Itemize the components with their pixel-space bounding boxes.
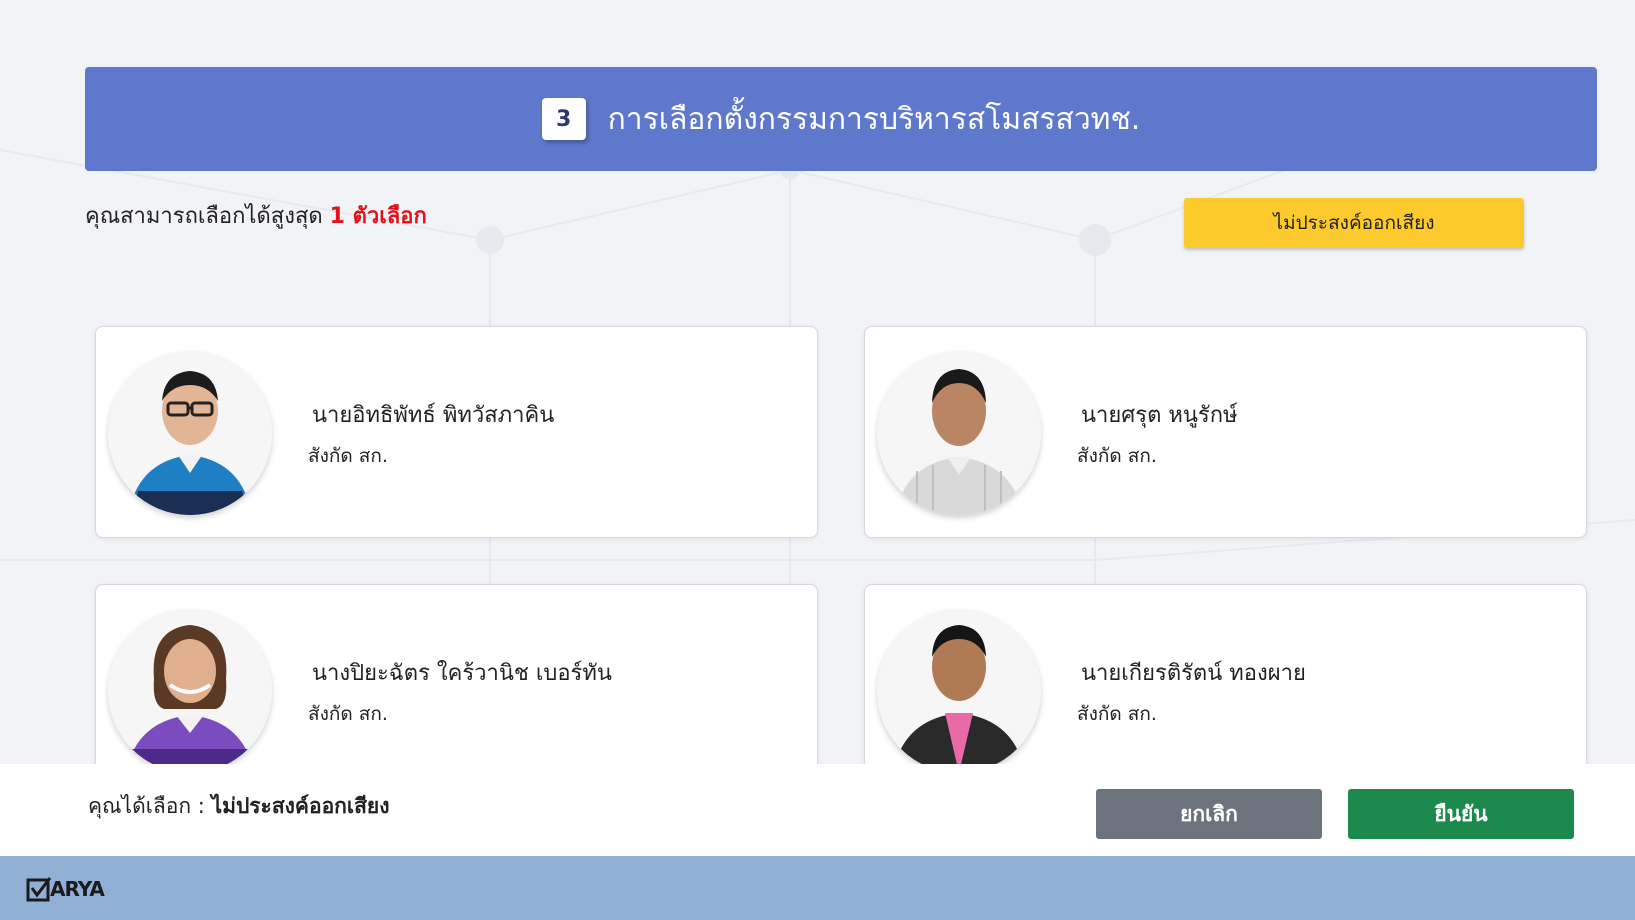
candidate-name: นางปิยะฉัตร ใคร้วานิช เบอร์ทัน (312, 661, 612, 686)
confirm-button[interactable]: ยืนยัน (1348, 789, 1574, 839)
cancel-button[interactable]: ยกเลิก (1096, 789, 1322, 839)
selection-summary-bar: คุณได้เลือก : ไม่ประสงค์ออกเสียง ยกเลิก … (0, 764, 1635, 856)
candidate-name: นายศรุต หนูรักษ์ (1081, 403, 1238, 428)
selection-limit-text: คุณสามารถเลือกได้สูงสุด 1 ตัวเลือก (85, 198, 427, 233)
check-box-icon (26, 877, 52, 902)
candidate-affiliation: สังกัด สก. (308, 703, 388, 725)
ballot-title: การเลือกตั้งกรรมการบริหารสโมสรสวทช. (607, 101, 1141, 137)
step-number-badge: 3 (541, 98, 586, 140)
abstain-button[interactable]: ไม่ประสงค์ออกเสียง (1184, 198, 1524, 248)
logo-text: ARYA (50, 877, 105, 901)
candidate-name: นายอิทธิพัทธ์ พิทวัสภาคิน (312, 403, 555, 428)
selected-choice-prefix: คุณได้เลือก : (88, 794, 205, 818)
candidate-photo (877, 609, 1041, 773)
candidate-card[interactable]: นายศรุต หนูรักษ์ สังกัด สก. (864, 326, 1587, 538)
candidate-photo (108, 609, 272, 773)
candidate-affiliation: สังกัด สก. (1077, 703, 1157, 725)
candidate-card[interactable]: นายอิทธิพัทธ์ พิทวัสภาคิน สังกัด สก. (95, 326, 818, 538)
arya-logo: ARYA (26, 876, 105, 902)
selected-choice-text: คุณได้เลือก : ไม่ประสงค์ออกเสียง (88, 790, 389, 823)
selection-limit-prefix: คุณสามารถเลือกได้สูงสุด (85, 204, 323, 229)
candidate-affiliation: สังกัด สก. (308, 445, 388, 467)
footer: ARYA (0, 856, 1635, 920)
candidate-photo (877, 351, 1041, 515)
selected-choice-value: ไม่ประสงค์ออกเสียง (211, 794, 390, 818)
selection-limit-value: 1 ตัวเลือก (329, 204, 427, 229)
candidate-affiliation: สังกัด สก. (1077, 445, 1157, 467)
ballot-header: 3 การเลือกตั้งกรรมการบริหารสโมสรสวทช. (85, 67, 1597, 171)
candidate-photo (108, 351, 272, 515)
candidate-name: นายเกียรติรัตน์ ทองผาย (1081, 661, 1306, 686)
